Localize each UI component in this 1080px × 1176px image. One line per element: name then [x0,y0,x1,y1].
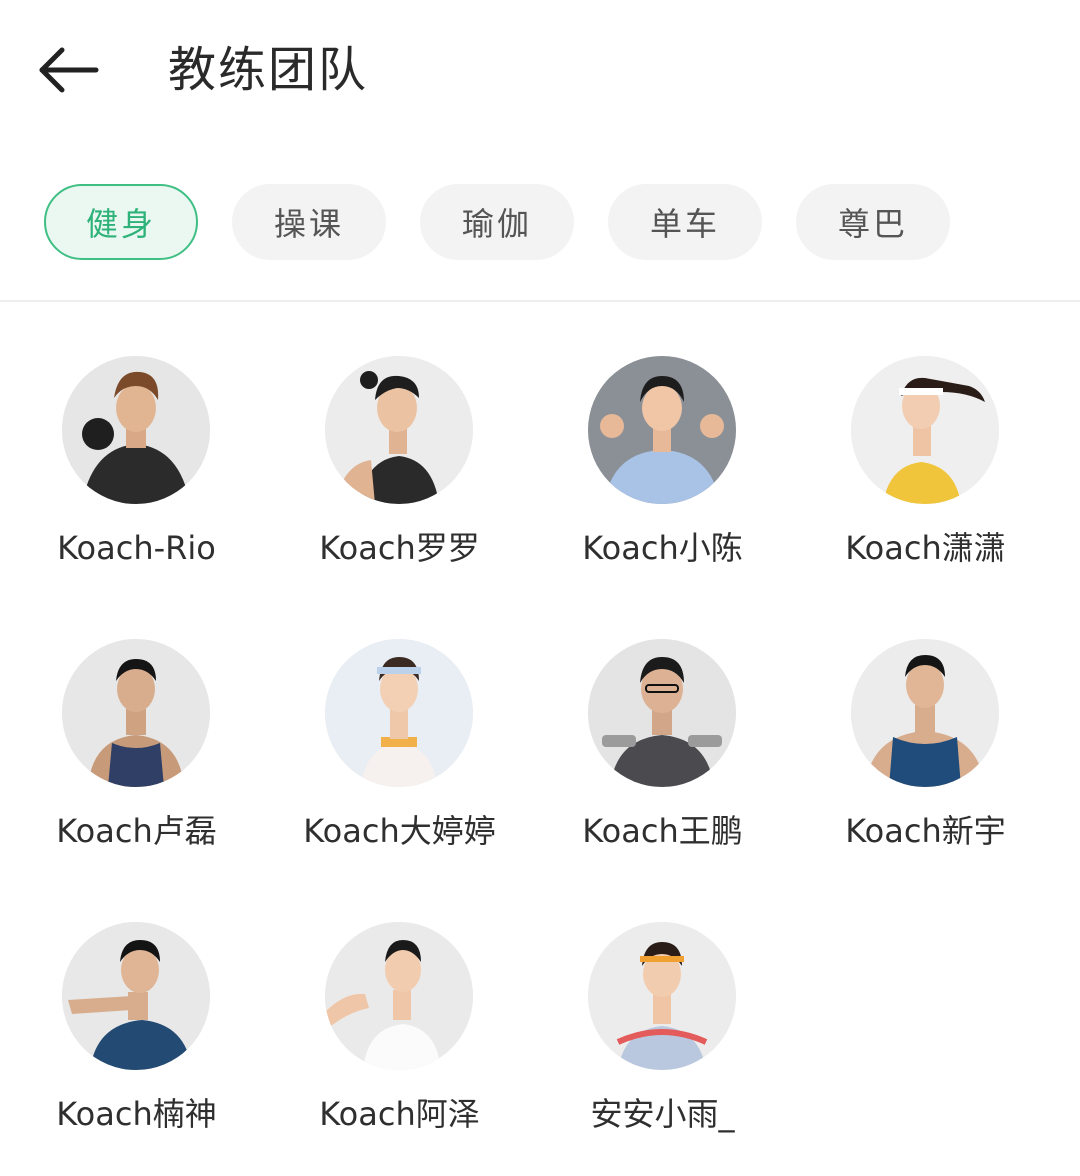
coach-name: Koach新宇 [845,812,1006,850]
coach-name: Koach阿泽 [319,1095,480,1133]
coach-name: Koach潇潇 [845,529,1006,567]
coach-avatar [851,356,999,504]
coach-card[interactable]: Koach阿泽 [268,922,531,1162]
arrow-left-icon [39,47,99,93]
divider [0,300,1080,302]
tab-aerobics[interactable]: 操课 [232,184,386,260]
coach-name: Koach大婷婷 [303,812,496,850]
tab-zumba[interactable]: 尊巴 [796,184,950,260]
coach-avatar [62,922,210,1070]
coach-card[interactable]: Koach小陈 [531,356,794,596]
coach-name: Koach王鹏 [582,812,743,850]
coach-avatar [325,639,473,787]
coach-name: 安安小雨_ [590,1095,735,1133]
coach-avatar [325,922,473,1070]
coach-card[interactable]: Koach新宇 [794,639,1057,879]
coach-name: Koach卢磊 [56,812,217,850]
back-button[interactable] [30,38,110,102]
coach-avatar [588,639,736,787]
coach-card[interactable]: 安安小雨_ [531,922,794,1162]
coach-card[interactable]: Koach罗罗 [268,356,531,596]
tab-fitness[interactable]: 健身 [44,184,198,260]
coach-card[interactable]: Koach卢磊 [5,639,268,879]
coach-avatar [588,922,736,1070]
coach-card[interactable]: Koach潇潇 [794,356,1057,596]
coach-card[interactable]: Koach王鹏 [531,639,794,879]
category-tabs: 健身 操课 瑜伽 单车 尊巴 [44,184,950,262]
coach-name: Koach小陈 [582,529,743,567]
coach-avatar [62,639,210,787]
coach-name: Koach-Rio [57,529,216,567]
coach-avatar [851,639,999,787]
coach-avatar [588,356,736,504]
header: 教练团队 [0,0,1080,140]
coach-card[interactable]: Koach楠神 [5,922,268,1162]
coach-avatar [62,356,210,504]
coach-card[interactable]: Koach-Rio [5,356,268,596]
tab-cycling[interactable]: 单车 [608,184,762,260]
page-title: 教练团队 [168,42,369,98]
tab-yoga[interactable]: 瑜伽 [420,184,574,260]
coach-name: Koach罗罗 [319,529,480,567]
coach-card[interactable]: Koach大婷婷 [268,639,531,879]
coach-avatar [325,356,473,504]
coach-name: Koach楠神 [56,1095,217,1133]
